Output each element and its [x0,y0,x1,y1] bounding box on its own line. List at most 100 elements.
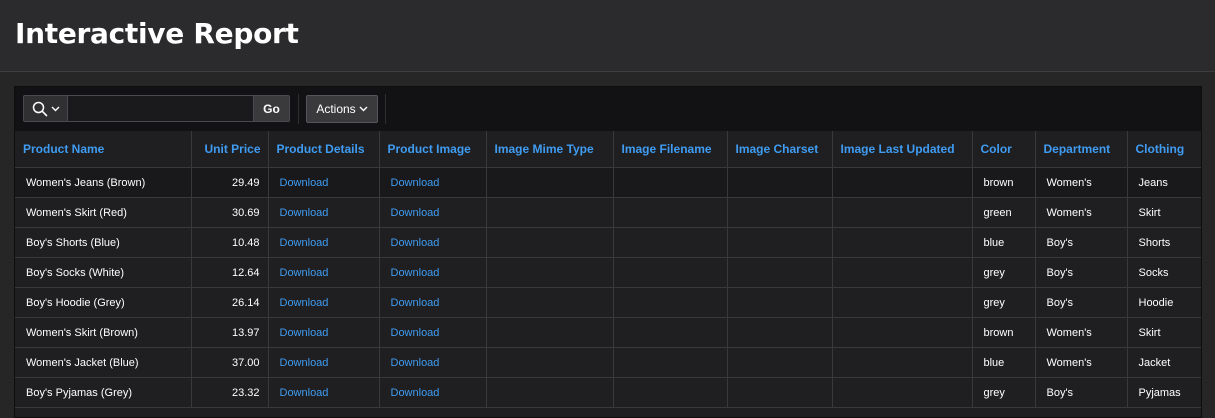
cell-color: blue [972,227,1036,258]
product-details-download-link[interactable]: Download [280,237,329,249]
column-header-unit-price[interactable]: Unit Price [191,131,269,168]
cell-clothing: Skirt [1127,317,1201,348]
report-toolbar: Go Actions [15,87,1201,132]
cell-department: Boy's [1035,257,1128,288]
cell-image-charset [727,317,833,348]
cell-image-filename [613,227,728,258]
product-image-download-cell: Download [379,377,487,408]
cell-image-mime-type [486,227,614,258]
cell-product-name: Women's Skirt (Red) [15,197,192,228]
report-body: Women's Jeans (Brown) 29.49 Download Downlo… [15,167,1201,408]
column-header-image-charset[interactable]: Image Charset [727,131,833,168]
actions-menu-button[interactable]: Actions [306,95,378,123]
column-header-clothing[interactable]: Clothing [1127,131,1201,168]
cell-clothing: Socks [1127,257,1201,288]
product-image-download-link[interactable]: Download [391,327,440,339]
column-header-image-filename[interactable]: Image Filename [613,131,728,168]
product-image-download-link[interactable]: Download [391,177,440,189]
table-row: Boy's Hoodie (Grey) 26.14 Download Download… [15,287,1201,318]
product-image-download-link[interactable]: Download [391,237,440,249]
cell-image-last-updated [832,317,973,348]
product-image-download-cell: Download [379,197,487,228]
product-image-download-link[interactable]: Download [391,207,440,219]
report-table: Product Name Unit Price Product Details … [15,131,1201,408]
cell-color: blue [972,347,1036,378]
product-details-download-link[interactable]: Download [280,297,329,309]
cell-department: Boy's [1035,377,1128,408]
cell-department: Women's [1035,167,1128,198]
interactive-report: Go Actions Product Name Unit Price Produ… [14,86,1202,418]
cell-color: brown [972,317,1036,348]
cell-image-mime-type [486,167,614,198]
product-image-download-cell: Download [379,227,487,258]
search-icon [32,101,47,116]
cell-product-name: Women's Skirt (Brown) [15,317,192,348]
cell-department: Women's [1035,197,1128,228]
product-details-download-link[interactable]: Download [280,357,329,369]
product-image-download-link[interactable]: Download [391,357,440,369]
cell-image-charset [727,347,833,378]
product-details-download-cell: Download [268,257,380,288]
product-image-download-link[interactable]: Download [391,387,440,399]
product-details-download-cell: Download [268,197,380,228]
column-header-product-details[interactable]: Product Details [268,131,380,168]
cell-clothing: Hoodie [1127,287,1201,318]
table-row: Women's Skirt (Brown) 13.97 Download Downlo… [15,317,1201,348]
page-title: Interactive Report [15,17,299,50]
product-image-download-link[interactable]: Download [391,267,440,279]
cell-clothing: Skirt [1127,197,1201,228]
go-button[interactable]: Go [254,95,290,122]
search-input[interactable] [67,95,254,122]
table-row: Women's Jacket (Blue) 37.00 Download Downlo… [15,347,1201,378]
cell-color: brown [972,167,1036,198]
cell-image-filename [613,317,728,348]
cell-image-filename [613,377,728,408]
cell-image-mime-type [486,347,614,378]
cell-color: grey [972,377,1036,408]
cell-image-mime-type [486,287,614,318]
cell-image-mime-type [486,377,614,408]
product-details-download-link[interactable]: Download [280,327,329,339]
chevron-down-icon [51,106,59,111]
table-row: Boy's Socks (White) 12.64 Download Download… [15,257,1201,288]
column-header-image-mime-type[interactable]: Image Mime Type [486,131,614,168]
cell-unit-price: 26.14 [191,287,269,318]
column-header-product-image[interactable]: Product Image [379,131,487,168]
product-details-download-link[interactable]: Download [280,177,329,189]
cell-image-last-updated [832,287,973,318]
product-details-download-link[interactable]: Download [280,387,329,399]
cell-image-charset [727,167,833,198]
cell-image-mime-type [486,257,614,288]
cell-unit-price: 10.48 [191,227,269,258]
product-image-download-link[interactable]: Download [391,297,440,309]
table-row: Boy's Pyjamas (Grey) 23.32 Download Downloa… [15,377,1201,408]
product-image-download-cell: Download [379,287,487,318]
cell-department: Women's [1035,347,1128,378]
column-header-image-last-updated[interactable]: Image Last Updated [832,131,973,168]
column-header-department[interactable]: Department [1035,131,1128,168]
cell-product-name: Boy's Hoodie (Grey) [15,287,192,318]
table-row: Boy's Shorts (Blue) 10.48 Download Download… [15,227,1201,258]
cell-color: grey [972,287,1036,318]
column-header-product-name[interactable]: Product Name [15,131,192,168]
product-details-download-cell: Download [268,347,380,378]
cell-department: Women's [1035,317,1128,348]
cell-department: Boy's [1035,287,1128,318]
cell-unit-price: 13.97 [191,317,269,348]
cell-image-last-updated [832,257,973,288]
cell-product-name: Women's Jacket (Blue) [15,347,192,378]
product-details-download-link[interactable]: Download [280,207,329,219]
chevron-down-icon [359,106,368,112]
product-details-download-cell: Download [268,377,380,408]
cell-unit-price: 29.49 [191,167,269,198]
cell-unit-price: 23.32 [191,377,269,408]
column-header-color[interactable]: Color [972,131,1036,168]
search-column-selector[interactable] [23,95,67,122]
page-header: Interactive Report [0,0,1215,72]
toolbar-divider [298,94,299,124]
table-row: Women's Skirt (Red) 30.69 Download Download… [15,197,1201,228]
cell-image-charset [727,197,833,228]
product-details-download-cell: Download [268,317,380,348]
product-details-download-link[interactable]: Download [280,267,329,279]
actions-label: Actions [316,102,356,116]
